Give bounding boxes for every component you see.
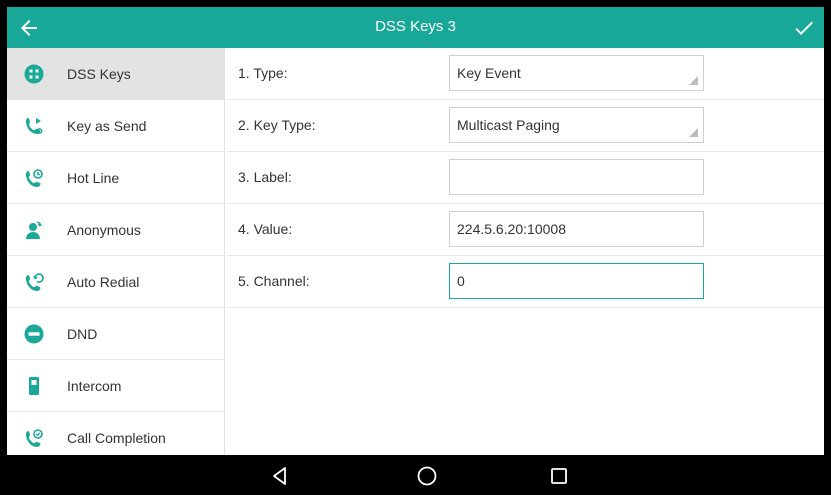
settings-form: 1. Type: Key Event 2. Key Type: Multicas… (226, 48, 824, 455)
form-row-type: 1. Type: Key Event (226, 48, 824, 100)
sidebar-item-label: Key as Send (67, 117, 147, 134)
phone-hotline-icon (26, 169, 43, 187)
type-label: 1. Type: (238, 65, 288, 81)
form-row-label: 3. Label: (226, 152, 824, 204)
sidebar-item-label: DSS Keys (67, 65, 131, 82)
anonymous-user-icon (26, 221, 42, 239)
select-corner-icon (689, 128, 698, 137)
recents-square-icon[interactable] (548, 465, 570, 487)
sidebar-item-anonymous[interactable]: Anonymous (7, 204, 224, 256)
value-field-label: 4. Value: (238, 221, 293, 237)
sidebar-item-key-as-send[interactable]: Key as Send (7, 100, 224, 152)
sidebar-item-label: Call Completion (67, 429, 166, 446)
type-select[interactable]: Key Event (449, 55, 704, 91)
type-select-value: Key Event (457, 65, 521, 81)
back-triangle-icon[interactable] (269, 465, 291, 487)
sidebar-item-hot-line[interactable]: Hot Line (7, 152, 224, 204)
select-corner-icon (689, 76, 698, 85)
sidebar-item-intercom[interactable]: Intercom (7, 360, 224, 412)
grid-circle-icon (24, 64, 44, 84)
sidebar-item-dnd[interactable]: DND (7, 308, 224, 360)
label-field-label: 3. Label: (238, 169, 292, 185)
key-type-label: 2. Key Type: (238, 117, 316, 133)
phone-redial-icon (26, 273, 44, 291)
phone-send-icon (26, 118, 43, 134)
value-input[interactable]: 224.5.6.20:10008 (449, 211, 704, 247)
sidebar-item-label: Hot Line (67, 169, 120, 186)
form-row-key-type: 2. Key Type: Multicast Paging (226, 100, 824, 152)
sidebar: DSS Keys Key as Send Hot Line Anonymous … (7, 48, 225, 455)
home-circle-icon[interactable] (416, 465, 438, 487)
key-type-select[interactable]: Multicast Paging (449, 107, 704, 143)
label-input[interactable] (449, 159, 704, 195)
page-title: DSS Keys 3 (375, 18, 456, 35)
form-row-value: 4. Value: 224.5.6.20:10008 (226, 204, 824, 256)
call-completion-icon (26, 429, 43, 447)
dnd-icon (24, 324, 44, 344)
sidebar-item-label: DND (67, 325, 98, 342)
sidebar-item-label: Auto Redial (67, 273, 140, 290)
sidebar-item-label: Anonymous (67, 221, 141, 238)
sidebar-item-auto-redial[interactable]: Auto Redial (7, 256, 224, 308)
form-row-channel: 5. Channel: 0 (226, 256, 824, 308)
phone-screen: DSS Keys 3 DSS Keys Key as Send Hot Line… (0, 0, 831, 495)
sidebar-item-call-completion[interactable]: Call Completion (7, 412, 224, 455)
checkmark-icon[interactable] (792, 16, 816, 40)
navigation-bar (7, 455, 831, 495)
sidebar-item-label: Intercom (67, 377, 122, 394)
title-bar: DSS Keys 3 (7, 7, 824, 48)
channel-field-label: 5. Channel: (238, 273, 310, 289)
sidebar-item-dss-keys[interactable]: DSS Keys (7, 48, 224, 100)
key-type-select-value: Multicast Paging (457, 117, 560, 133)
channel-input[interactable]: 0 (449, 263, 704, 299)
intercom-icon (29, 377, 39, 395)
